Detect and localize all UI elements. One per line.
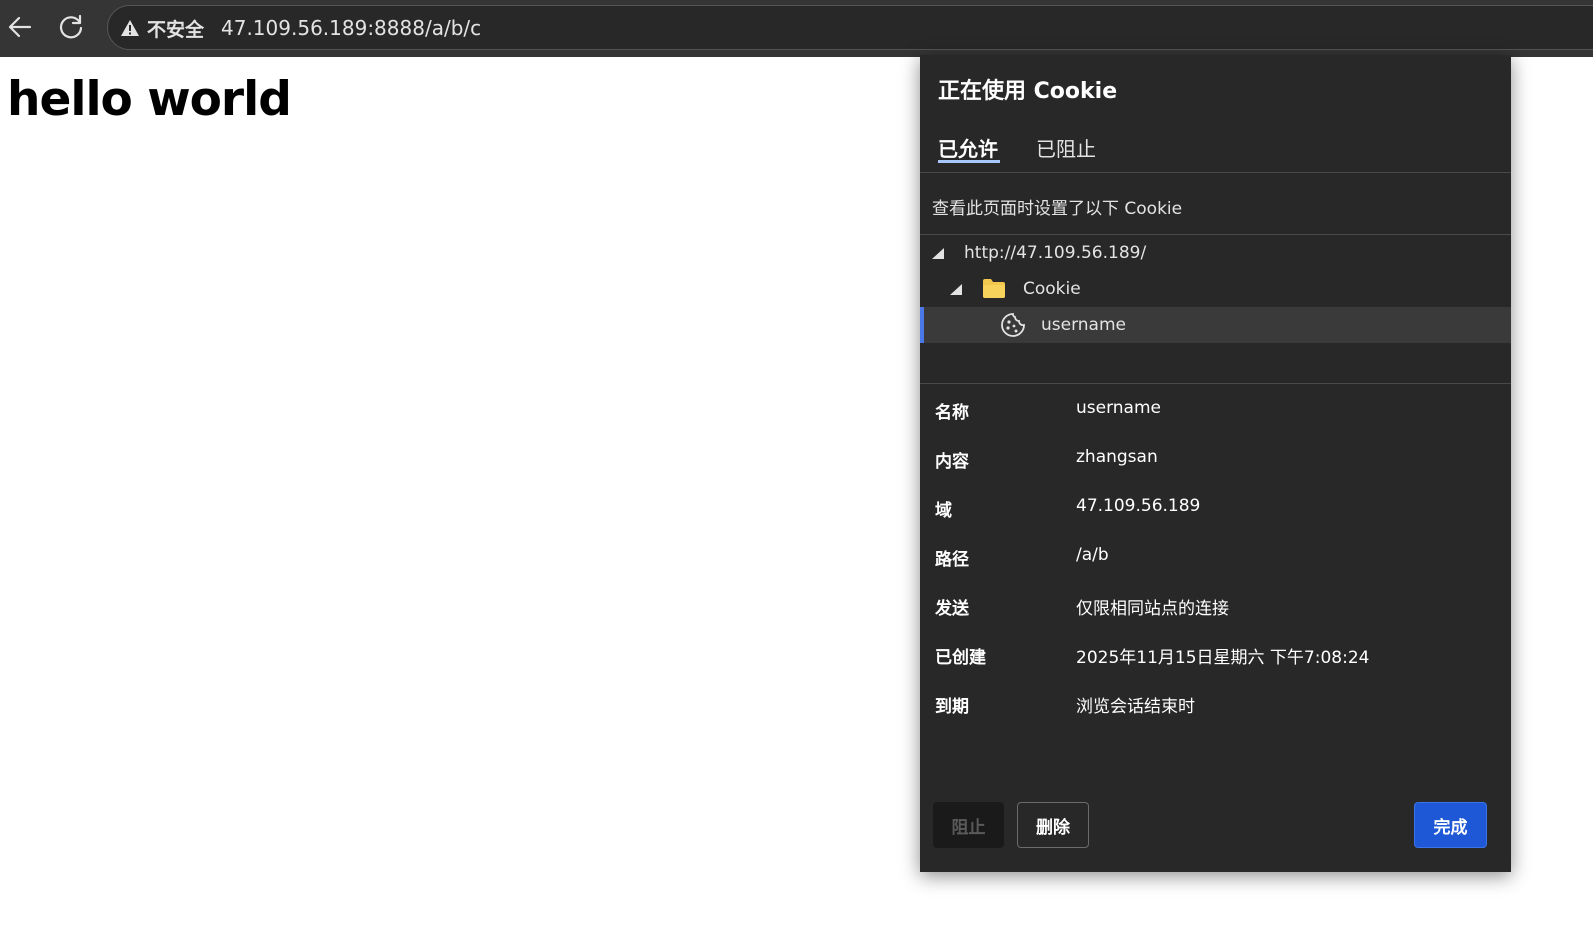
detail-content-label: 内容: [935, 452, 969, 472]
active-tab-indicator: [938, 160, 1000, 163]
tree-row-cookie-username[interactable]: username: [920, 307, 1511, 343]
security-chip[interactable]: 不安全: [120, 14, 204, 42]
page-heading: hello world: [7, 72, 292, 127]
cookie-description: 查看此页面时设置了以下 Cookie: [932, 199, 1183, 219]
detail-content-value: zhangsan: [1076, 447, 1158, 467]
arrow-left-icon: [8, 16, 32, 38]
folder-icon: [983, 279, 1005, 298]
browser-toolbar: 不安全 47.109.56.189:8888/a/b/c: [0, 0, 1593, 57]
detail-domain-label: 域: [935, 501, 952, 521]
back-button[interactable]: [2, 8, 38, 46]
block-button[interactable]: 阻止: [933, 802, 1004, 848]
detail-domain-value: 47.109.56.189: [1076, 496, 1201, 516]
cookie-icon: [1001, 313, 1025, 337]
detail-path-value: /a/b: [1076, 545, 1109, 565]
warning-triangle-icon: [121, 20, 139, 36]
detail-path-label: 路径: [935, 550, 969, 570]
divider: [920, 172, 1511, 173]
detail-created-label: 已创建: [935, 648, 986, 668]
delete-button[interactable]: 删除: [1017, 802, 1089, 848]
detail-name-label: 名称: [935, 403, 969, 423]
popup-title: 正在使用 Cookie: [938, 79, 1118, 104]
tree-site-label: http://47.109.56.189/: [964, 243, 1147, 263]
url-text[interactable]: 47.109.56.189:8888/a/b/c: [221, 16, 481, 40]
detail-expires-value: 浏览会话结束时: [1076, 697, 1195, 717]
tree-row-site[interactable]: http://47.109.56.189/: [920, 235, 1511, 271]
selection-indicator: [920, 307, 924, 343]
tree-folder-label: Cookie: [1023, 279, 1081, 299]
detail-expires-label: 到期: [935, 697, 969, 717]
detail-name-value: username: [1076, 398, 1161, 418]
security-label: 不安全: [147, 18, 205, 41]
detail-send-label: 发送: [935, 599, 969, 619]
done-button[interactable]: 完成: [1414, 802, 1487, 848]
tree-cookie-label: username: [1041, 315, 1126, 335]
divider: [920, 383, 1511, 384]
address-bar[interactable]: 不安全 47.109.56.189:8888/a/b/c: [107, 5, 1593, 50]
reload-button[interactable]: [53, 8, 89, 46]
tree-row-cookie-folder[interactable]: Cookie: [920, 271, 1511, 307]
detail-send-value: 仅限相同站点的连接: [1076, 599, 1229, 619]
cookie-popup: 正在使用 Cookie 已允许 已阻止 查看此页面时设置了以下 Cookie h…: [920, 55, 1511, 872]
tab-blocked[interactable]: 已阻止: [1036, 133, 1096, 162]
tab-allowed[interactable]: 已允许: [938, 133, 998, 162]
expand-triangle-icon: [950, 284, 962, 295]
detail-created-value: 2025年11月15日星期六 下午7:08:24: [1076, 648, 1370, 668]
reload-icon: [59, 14, 83, 39]
expand-triangle-icon: [932, 248, 944, 259]
